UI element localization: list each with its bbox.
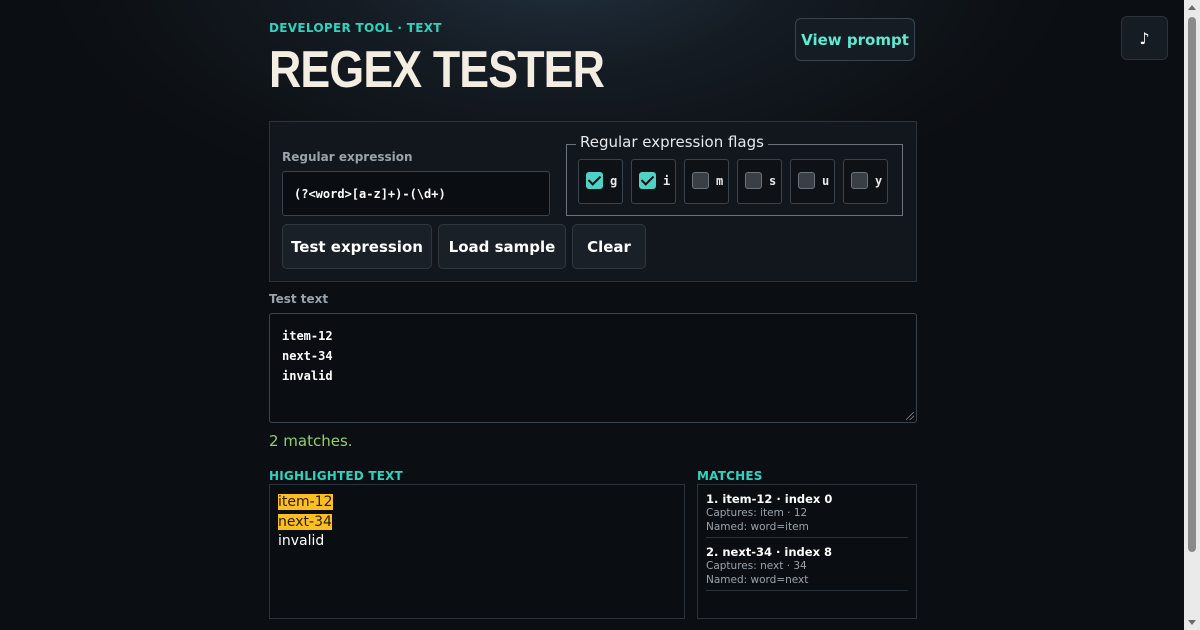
- eyebrow-label: DEVELOPER TOOL · TEXT: [269, 21, 442, 35]
- clear-button[interactable]: Clear: [572, 224, 646, 269]
- flag-g-toggle[interactable]: g: [578, 159, 623, 204]
- regex-input[interactable]: (?<word>[a-z]+)-(\d+): [282, 171, 550, 216]
- music-toggle-button[interactable]: ♪: [1121, 16, 1168, 60]
- test-text-line: next-34: [282, 349, 333, 363]
- test-text-line: invalid: [282, 369, 333, 383]
- scroll-up-icon[interactable]: [1188, 5, 1196, 10]
- matches-heading: MATCHES: [697, 469, 763, 483]
- regex-input-value: (?<word>[a-z]+)-(\d+): [294, 186, 446, 201]
- music-note-icon: ♪: [1139, 28, 1150, 48]
- test-text-input[interactable]: item-12 next-34 invalid: [269, 313, 917, 423]
- match-captures: Captures: item · 12: [706, 507, 808, 519]
- match-item: 2. next-34 · index 8 Captures: next · 34…: [706, 544, 908, 591]
- scrollbar-thumb[interactable]: [1188, 17, 1196, 552]
- flag-y-checkbox[interactable]: [851, 172, 868, 189]
- flag-y-toggle[interactable]: y: [843, 159, 888, 204]
- match-item: 1. item-12 · index 0 Captures: item · 12…: [706, 491, 908, 538]
- highlighted-heading: HIGHLIGHTED TEXT: [269, 469, 403, 483]
- flag-m-letter: m: [716, 174, 724, 188]
- flag-y-letter: y: [875, 174, 883, 188]
- flag-u-checkbox[interactable]: [798, 172, 815, 189]
- match-named: Named: word=item: [706, 520, 809, 533]
- test-expression-button[interactable]: Test expression: [282, 224, 432, 269]
- flag-s-letter: s: [769, 174, 777, 188]
- match-captures: Captures: next · 34: [706, 560, 807, 572]
- flag-s-toggle[interactable]: s: [737, 159, 782, 204]
- test-text-line: item-12: [282, 329, 333, 343]
- match-title: 1. item-12 · index 0: [706, 492, 833, 506]
- flag-u-toggle[interactable]: u: [790, 159, 835, 204]
- highlighted-match: next-34: [278, 513, 332, 530]
- flag-i-toggle[interactable]: i: [631, 159, 676, 204]
- highlighted-output: item-12 next-34 invalid: [269, 484, 685, 619]
- load-sample-button[interactable]: Load sample: [438, 224, 566, 269]
- flag-s-checkbox[interactable]: [745, 172, 762, 189]
- flag-m-toggle[interactable]: m: [684, 159, 729, 204]
- unmatched-text: invalid: [278, 533, 325, 549]
- view-prompt-button[interactable]: View prompt: [795, 18, 915, 61]
- flag-m-checkbox[interactable]: [692, 172, 709, 189]
- highlighted-match: item-12: [278, 494, 333, 510]
- flags-legend: Regular expression flags: [576, 133, 768, 151]
- page-title: REGEX TESTER: [269, 41, 605, 99]
- match-named: Named: word=next: [706, 573, 809, 586]
- flag-g-checkbox[interactable]: [586, 172, 603, 189]
- matches-list: 1. item-12 · index 0 Captures: item · 12…: [697, 484, 917, 619]
- page-scrollbar[interactable]: [1184, 0, 1200, 630]
- page: DEVELOPER TOOL · TEXT REGEX TESTER View …: [0, 0, 1200, 630]
- regex-label: Regular expression: [282, 150, 413, 164]
- flag-i-checkbox[interactable]: [639, 172, 656, 189]
- flag-g-letter: g: [610, 174, 618, 188]
- test-text-label: Test text: [269, 292, 329, 306]
- resize-grip-icon[interactable]: [906, 412, 914, 420]
- scroll-down-icon[interactable]: [1188, 620, 1196, 625]
- match-title: 2. next-34 · index 8: [706, 545, 833, 559]
- match-status: 2 matches.: [269, 432, 353, 450]
- regex-panel: Regular expression (?<word>[a-z]+)-(\d+)…: [269, 121, 917, 282]
- flag-i-letter: i: [663, 174, 671, 188]
- flag-u-letter: u: [822, 174, 830, 188]
